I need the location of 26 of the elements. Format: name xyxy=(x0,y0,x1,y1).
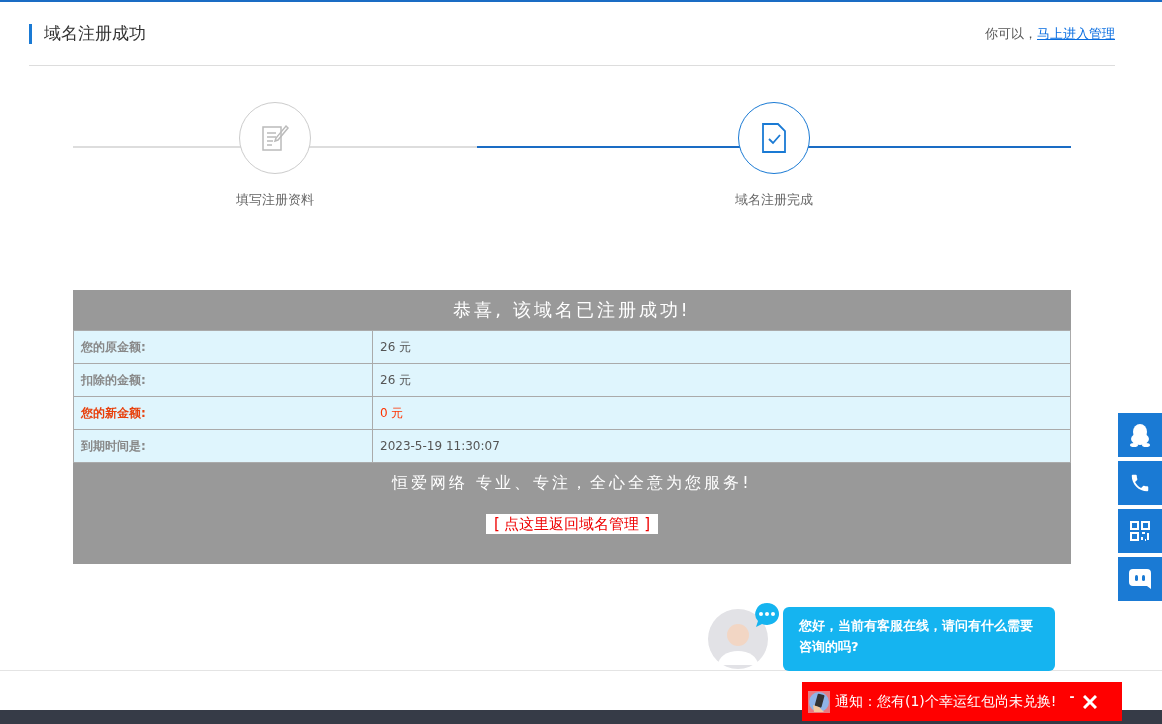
back-link[interactable]: [ 点这里返回域名管理 ] xyxy=(485,514,659,534)
table-cell: 26 元 xyxy=(372,330,1071,364)
notification-text: 通知：您有(1)个幸运红包尚未兑换! xyxy=(835,692,1057,711)
chat-bubble: 您好，当前有客服在线，请问有什么需要咨询的吗? xyxy=(783,607,1055,671)
table-cell: 您的原金额: xyxy=(73,330,373,364)
chat-icon[interactable] xyxy=(1118,557,1162,601)
manage-link[interactable]: 马上进入管理 xyxy=(1037,24,1115,43)
table-cell: 到期时间是: xyxy=(73,429,373,463)
penguin-icon[interactable] xyxy=(1118,413,1162,457)
page-title: 域名注册成功 xyxy=(44,22,146,45)
table-cell: 2023-5-19 11:30:07 xyxy=(372,429,1071,463)
table-cell: 扣除的金额: xyxy=(73,363,373,397)
table-cell: 0 元 xyxy=(372,396,1071,430)
step-label: 域名注册完成 xyxy=(735,191,813,209)
speech-dots-icon xyxy=(754,602,780,628)
hint-text: 你可以， xyxy=(985,24,1037,43)
close-icon[interactable] xyxy=(1081,694,1100,709)
phone-in-hand-icon xyxy=(808,690,830,713)
step-label: 填写注册资料 xyxy=(236,191,314,209)
table-cell: 您的新金额: xyxy=(73,396,373,430)
minimize-button[interactable]: - xyxy=(1067,688,1077,703)
table-cell: 26 元 xyxy=(372,363,1071,397)
phone-icon[interactable] xyxy=(1118,461,1162,505)
result-title: 恭喜, 该域名已注册成功! xyxy=(452,298,692,322)
slogan-text: 恒爱网络 专业、专注，全心全意为您服务! xyxy=(390,473,753,494)
qr-code-icon[interactable] xyxy=(1118,509,1162,553)
